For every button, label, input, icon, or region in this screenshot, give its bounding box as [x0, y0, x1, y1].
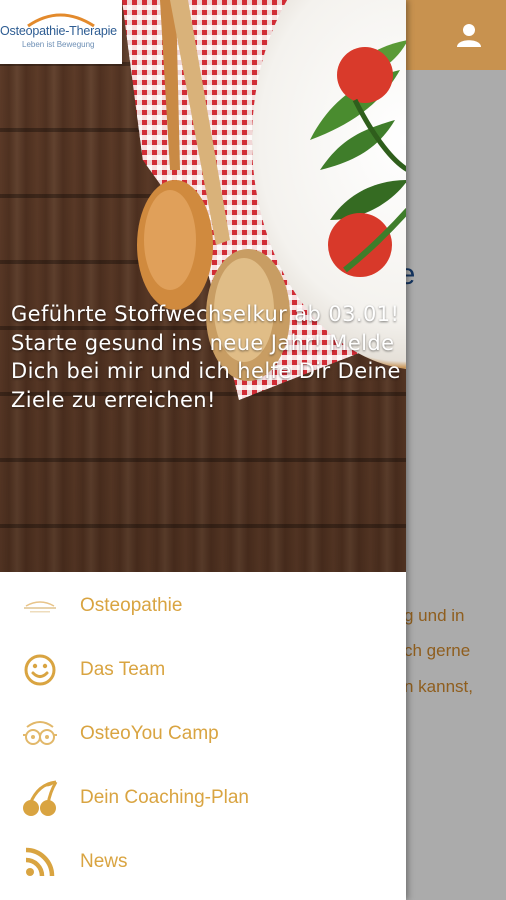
menu-item-label: Dein Coaching-Plan: [80, 787, 249, 808]
promo-text: Geführte Stoffwechselkur ab 03.01! Start…: [11, 302, 401, 412]
menu-item-label: News: [80, 851, 128, 872]
menu-item-label: OsteoYou Camp: [80, 723, 219, 744]
rss-icon: [18, 840, 62, 884]
user-icon[interactable]: [456, 22, 482, 48]
glasses-face-icon: [18, 712, 62, 756]
drawer-menu: Osteopathie Das Team OsteoYou Camp Dein …: [0, 572, 406, 900]
logo-icon: [18, 584, 62, 628]
menu-item-osteopathie[interactable]: Osteopathie: [0, 574, 406, 638]
smiley-icon: [18, 648, 62, 692]
salad-greens-image: [310, 40, 406, 277]
menu-item-label: Osteopathie: [80, 595, 183, 616]
navigation-drawer: Osteopathie-Therapie Leben ist Bewegung …: [0, 0, 406, 900]
cherries-icon: [18, 776, 62, 820]
menu-item-osteoyou-camp[interactable]: OsteoYou Camp: [0, 702, 406, 766]
logo-tagline: Leben ist Bewegung: [22, 40, 95, 49]
menu-item-coaching-plan[interactable]: Dein Coaching-Plan: [0, 766, 406, 830]
menu-item-das-team[interactable]: Das Team: [0, 638, 406, 702]
menu-item-label: Das Team: [80, 659, 166, 680]
brand-logo[interactable]: Osteopathie-Therapie Leben ist Bewegung: [0, 0, 122, 64]
logo-name: Osteopathie-Therapie: [0, 24, 117, 38]
menu-item-news[interactable]: News: [0, 830, 406, 894]
hero-banner[interactable]: Osteopathie-Therapie Leben ist Bewegung …: [0, 0, 406, 572]
